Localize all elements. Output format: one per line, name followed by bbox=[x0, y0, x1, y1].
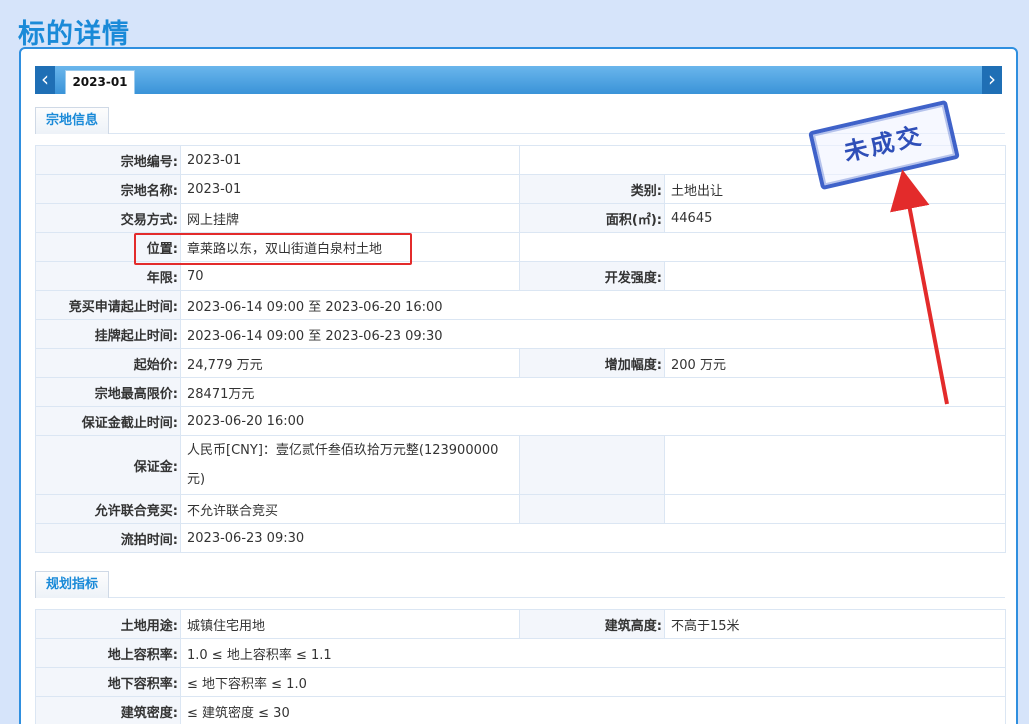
value-start-price: 24,779 万元 bbox=[180, 348, 520, 378]
label-term: 年限: bbox=[35, 261, 181, 291]
label-category: 类别: bbox=[519, 174, 665, 204]
label-area: 面积(㎡): bbox=[519, 203, 665, 233]
value-fail-time: 2023-06-23 09:30 bbox=[180, 523, 1006, 553]
empty-label-cell bbox=[519, 494, 665, 524]
tab-bar: ‹ 2023-01 › bbox=[35, 66, 1002, 94]
table-row: 保证金: 人民币[CNY]：壹亿贰仟叁佰玖拾万元整(123900000元) bbox=[35, 435, 1006, 495]
value-dev-intensity bbox=[664, 261, 1006, 291]
detail-panel: ‹ 2023-01 › 宗地信息 宗地编号: 2023-01 宗地名称: 202… bbox=[19, 47, 1018, 724]
planning-table: 土地用途: 城镇住宅用地 建筑高度: 不高于15米 地上容积率: 1.0 ≤ 地… bbox=[35, 609, 1006, 724]
label-fail-time: 流拍时间: bbox=[35, 523, 181, 553]
label-location: 位置: bbox=[35, 232, 181, 262]
label-deposit-deadline: 保证金截止时间: bbox=[35, 406, 181, 436]
table-row: 交易方式: 网上挂牌 面积(㎡): 44645 bbox=[35, 203, 1006, 233]
label-joint-bid: 允许联合竞买: bbox=[35, 494, 181, 524]
table-row: 年限: 70 开发强度: bbox=[35, 261, 1006, 291]
table-row: 竞买申请起止时间: 2023-06-14 09:00 至 2023-06-20 … bbox=[35, 290, 1006, 320]
label-trade-method: 交易方式: bbox=[35, 203, 181, 233]
value-trade-method: 网上挂牌 bbox=[180, 203, 520, 233]
table-row: 流拍时间: 2023-06-23 09:30 bbox=[35, 523, 1006, 553]
label-listing-period: 挂牌起止时间: bbox=[35, 319, 181, 349]
page-title: 标的详情 bbox=[18, 19, 130, 50]
table-row: 地上容积率: 1.0 ≤ 地上容积率 ≤ 1.1 bbox=[35, 638, 1006, 668]
value-term: 70 bbox=[180, 261, 520, 291]
label-bldg-height: 建筑高度: bbox=[519, 609, 665, 639]
label-start-price: 起始价: bbox=[35, 348, 181, 378]
section-title-parcel-info[interactable]: 宗地信息 bbox=[35, 107, 110, 134]
table-row: 保证金截止时间: 2023-06-20 16:00 bbox=[35, 406, 1006, 436]
table-row: 建筑密度: ≤ 建筑密度 ≤ 30 bbox=[35, 696, 1006, 724]
table-row: 位置: 章莱路以东，双山街道白泉村土地 bbox=[35, 232, 1006, 262]
label-increment: 增加幅度: bbox=[519, 348, 665, 378]
value-max-price: 28471万元 bbox=[180, 377, 1006, 407]
label-dev-intensity: 开发强度: bbox=[519, 261, 665, 291]
empty-cell bbox=[664, 494, 1006, 524]
label-land-use: 土地用途: bbox=[35, 609, 181, 639]
empty-cell bbox=[519, 232, 1006, 262]
value-increment: 200 万元 bbox=[664, 348, 1006, 378]
value-far-above: 1.0 ≤ 地上容积率 ≤ 1.1 bbox=[180, 638, 1006, 668]
empty-label-cell bbox=[519, 435, 665, 495]
label-far-below: 地下容积率: bbox=[35, 667, 181, 697]
table-row: 允许联合竞买: 不允许联合竞买 bbox=[35, 494, 1006, 524]
value-far-below: ≤ 地下容积率 ≤ 1.0 bbox=[180, 667, 1006, 697]
value-bldg-density: ≤ 建筑密度 ≤ 30 bbox=[180, 696, 1006, 724]
label-far-above: 地上容积率: bbox=[35, 638, 181, 668]
empty-cell bbox=[664, 435, 1006, 495]
table-row: 挂牌起止时间: 2023-06-14 09:00 至 2023-06-23 09… bbox=[35, 319, 1006, 349]
tab-parcel[interactable]: 2023-01 bbox=[65, 70, 135, 94]
chevron-left-icon[interactable]: ‹ bbox=[35, 66, 55, 94]
chevron-right-icon[interactable]: › bbox=[982, 66, 1002, 94]
value-area: 44645 bbox=[664, 203, 1006, 233]
label-bid-apply-period: 竞买申请起止时间: bbox=[35, 290, 181, 320]
parcel-info-table: 宗地编号: 2023-01 宗地名称: 2023-01 类别: 土地出让 交易方… bbox=[35, 145, 1006, 553]
value-location: 章莱路以东，双山街道白泉村土地 bbox=[180, 232, 520, 262]
value-deposit-deadline: 2023-06-20 16:00 bbox=[180, 406, 1006, 436]
table-row: 起始价: 24,779 万元 增加幅度: 200 万元 bbox=[35, 348, 1006, 378]
section-title-planning[interactable]: 规划指标 bbox=[35, 571, 110, 598]
value-parcel-no: 2023-01 bbox=[180, 145, 520, 175]
value-bid-apply-period: 2023-06-14 09:00 至 2023-06-20 16:00 bbox=[180, 290, 1006, 320]
label-parcel-no: 宗地编号: bbox=[35, 145, 181, 175]
label-deposit: 保证金: bbox=[35, 435, 181, 495]
label-parcel-name: 宗地名称: bbox=[35, 174, 181, 204]
value-land-use: 城镇住宅用地 bbox=[180, 609, 520, 639]
table-row: 宗地最高限价: 28471万元 bbox=[35, 377, 1006, 407]
value-listing-period: 2023-06-14 09:00 至 2023-06-23 09:30 bbox=[180, 319, 1006, 349]
value-deposit: 人民币[CNY]：壹亿贰仟叁佰玖拾万元整(123900000元) bbox=[180, 435, 520, 495]
value-joint-bid: 不允许联合竞买 bbox=[180, 494, 520, 524]
table-row: 地下容积率: ≤ 地下容积率 ≤ 1.0 bbox=[35, 667, 1006, 697]
section-header-planning: 规划指标 bbox=[35, 571, 1005, 598]
value-parcel-name: 2023-01 bbox=[180, 174, 520, 204]
value-bldg-height: 不高于15米 bbox=[664, 609, 1006, 639]
table-row: 土地用途: 城镇住宅用地 建筑高度: 不高于15米 bbox=[35, 609, 1006, 639]
label-max-price: 宗地最高限价: bbox=[35, 377, 181, 407]
label-bldg-density: 建筑密度: bbox=[35, 696, 181, 724]
